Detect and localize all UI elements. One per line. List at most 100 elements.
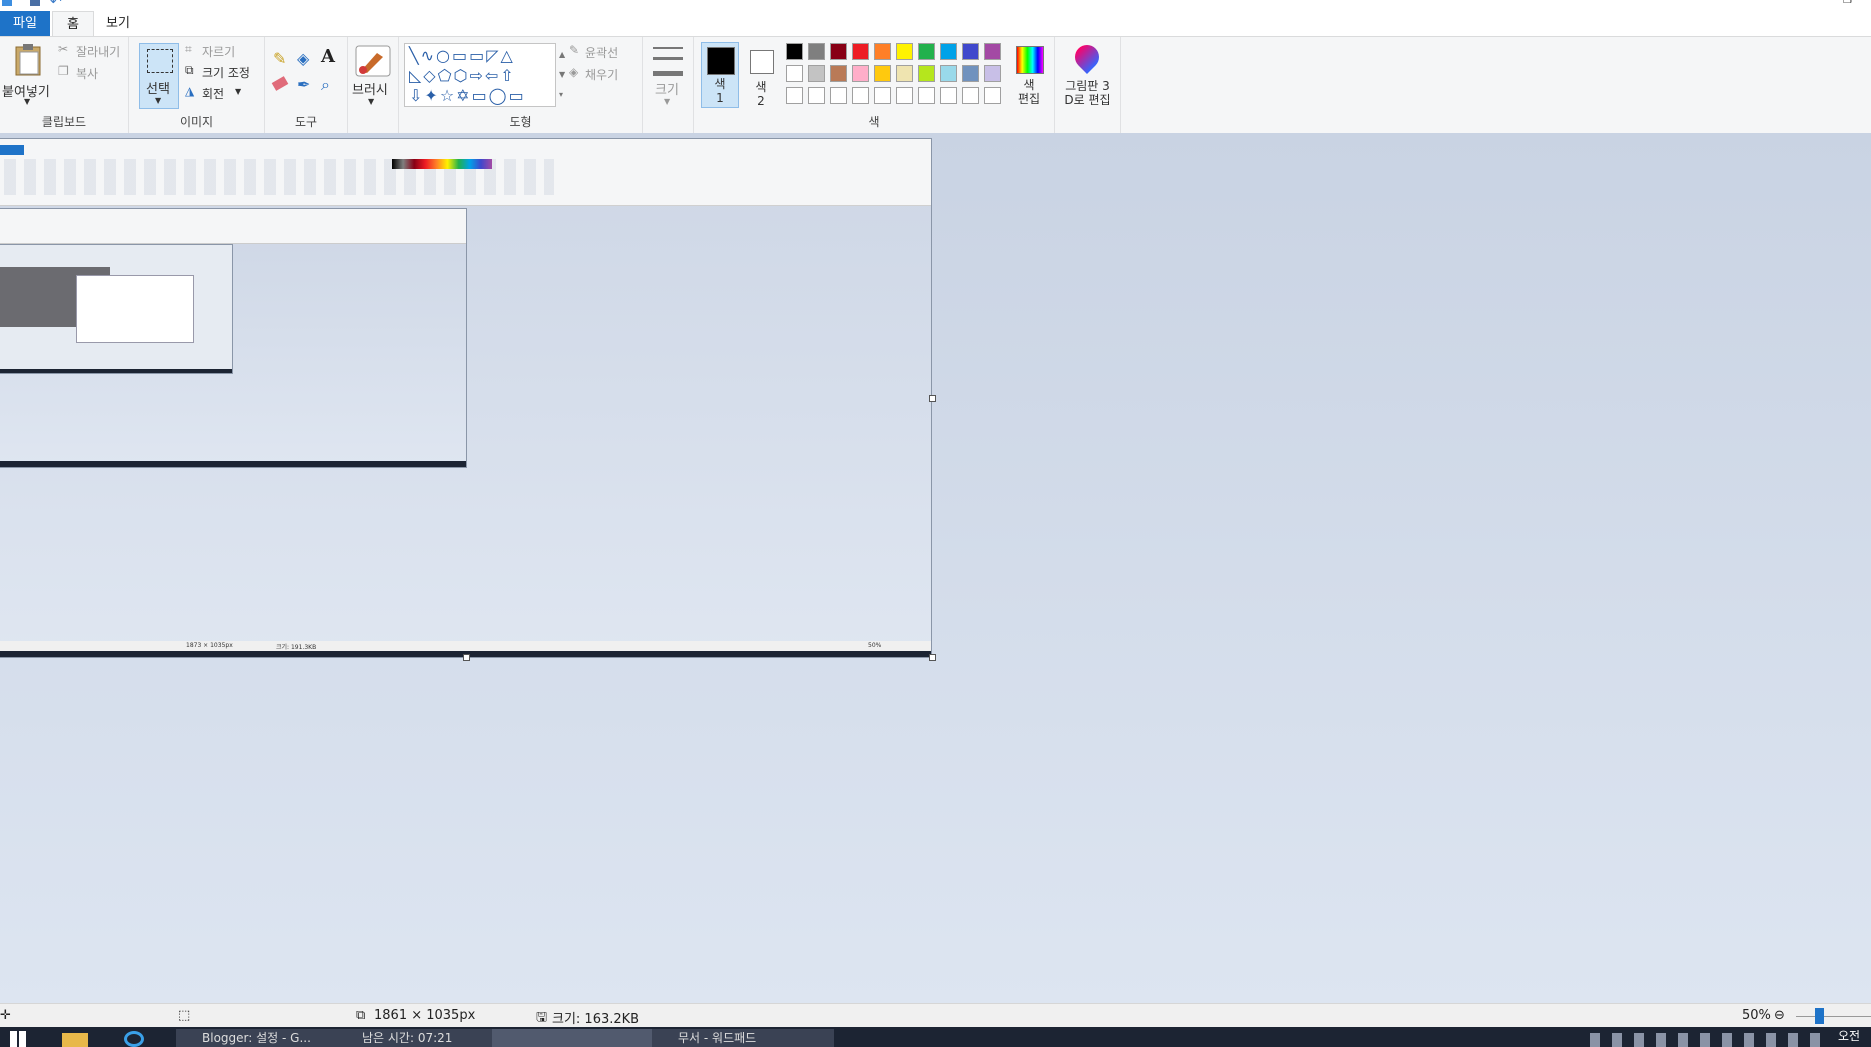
color1-button[interactable]: 색 1 [701, 42, 739, 108]
save-icon[interactable] [30, 0, 40, 6]
brushes-button[interactable]: 브러시 ▼ [348, 37, 399, 133]
shapes-group-label: 도형 [509, 115, 532, 129]
taskbar-chrome[interactable]: Blogger: 설정 - G... [176, 1029, 348, 1047]
chevron-down-icon: ▼ [24, 97, 31, 106]
image-dimensions-icon: ⧉ [356, 1008, 366, 1023]
color-swatch[interactable] [874, 65, 891, 82]
rotate-icon: ◮ [185, 84, 195, 98]
chevron-down-icon: ▼ [664, 97, 671, 106]
file-explorer-icon[interactable] [62, 1033, 88, 1047]
zoom-slider-thumb[interactable] [1815, 1008, 1824, 1024]
zoom-out-icon[interactable]: ⊖ [1774, 1008, 1785, 1023]
window-restore-icon[interactable]: ❐ [1843, 0, 1852, 6]
size-line-mid [653, 57, 683, 60]
nested-palette [392, 159, 492, 169]
crop-label: 자르기 [202, 45, 236, 59]
crop-button[interactable]: ⌗ 자르기 [185, 42, 261, 60]
edit-colors-button[interactable]: 색 편집 [1008, 42, 1050, 108]
empty-color-swatch[interactable] [896, 87, 913, 104]
nested-size: 크기: 191.3KB [276, 644, 317, 651]
color-swatch[interactable] [852, 43, 869, 60]
resize-handle-right[interactable] [929, 395, 936, 402]
color-swatch[interactable] [786, 43, 803, 60]
color1-label: 색 1 [714, 77, 726, 105]
size-label: 크기 [655, 83, 679, 98]
ribbon-tabs: 파일 홈 보기 [0, 8, 1871, 37]
taskbar-notepad[interactable]: 무서 - 워드패드 [652, 1029, 834, 1047]
empty-color-swatch[interactable] [918, 87, 935, 104]
taskbar-timer[interactable]: 남은 시간: 07:21 [336, 1029, 508, 1047]
copy-button[interactable]: ❐ 복사 [58, 64, 126, 82]
text-tool-icon[interactable]: A [321, 46, 335, 67]
clock[interactable]: 오전 [1838, 1027, 1860, 1044]
shape-gallery[interactable]: ╲∿○▭▭◸△ ◺◇⬠⬡⇨⇦⇧ ⇩✦☆✡▭◯▭ [404, 43, 556, 107]
zoom-level: 50% [1742, 1008, 1771, 1023]
empty-color-swatch[interactable] [984, 87, 1001, 104]
color-swatch[interactable] [830, 65, 847, 82]
empty-color-swatch[interactable] [808, 87, 825, 104]
color-swatch[interactable] [896, 65, 913, 82]
group-shapes: ╲∿○▭▭◸△ ◺◇⬠⬡⇨⇦⇧ ⇩✦☆✡▭◯▭ ▲ ▼ ▾ ✎ 윤곽선 ◈ 채우기 도형 [399, 37, 643, 133]
color-swatch[interactable] [918, 65, 935, 82]
color1-swatch [707, 47, 735, 75]
cut-label: 잘라내기 [76, 45, 121, 59]
paint3d-button[interactable]: 그림판 3 D로 편집 [1055, 37, 1121, 133]
nested-file-tab [0, 145, 24, 155]
paste-button[interactable]: 붙여넣기 ▼ [2, 41, 50, 107]
color-swatch[interactable] [852, 65, 869, 82]
color-swatch[interactable] [984, 43, 1001, 60]
taskbar-paint[interactable] [492, 1029, 674, 1047]
color-swatch[interactable] [808, 43, 825, 60]
eraser-icon[interactable] [271, 76, 289, 91]
color-swatch[interactable] [786, 65, 803, 82]
color-swatch[interactable] [962, 43, 979, 60]
color-swatch[interactable] [896, 43, 913, 60]
ie-icon[interactable] [124, 1031, 144, 1047]
paint3d-label: 그림판 3 D로 편집 [1064, 79, 1111, 107]
cut-button[interactable]: ✂ 잘라내기 [58, 42, 126, 60]
resize-button[interactable]: ⧉ 크기 조정 [185, 63, 261, 81]
pencil-icon[interactable]: ✎ [273, 49, 286, 68]
tab-file[interactable]: 파일 [0, 11, 50, 36]
empty-color-swatch[interactable] [962, 87, 979, 104]
resize-handle-bottom[interactable] [463, 654, 470, 661]
nested-zoom: 50% [868, 642, 882, 649]
tab-view[interactable]: 보기 [96, 11, 140, 36]
empty-color-swatch[interactable] [786, 87, 803, 104]
size-button[interactable]: 크기 ▼ [643, 37, 694, 133]
fill-button[interactable]: ◈ 채우기 [569, 65, 639, 83]
resize-handle-corner[interactable] [929, 654, 936, 661]
color-swatch[interactable] [940, 43, 957, 60]
empty-color-swatch[interactable] [940, 87, 957, 104]
color-picker-icon[interactable]: ✒ [297, 75, 310, 94]
select-button[interactable]: 선택 ▼ [139, 43, 179, 109]
color-swatch[interactable] [874, 43, 891, 60]
windows-start-icon[interactable] [10, 1031, 26, 1047]
empty-color-swatch[interactable] [852, 87, 869, 104]
empty-color-swatch[interactable] [830, 87, 847, 104]
crop-icon: ⌗ [185, 42, 192, 56]
fill-bucket-icon[interactable]: ◈ [297, 49, 309, 68]
color2-button[interactable]: 색 2 [742, 42, 780, 108]
outline-button[interactable]: ✎ 윤곽선 [569, 43, 639, 61]
title-bar: ↶ ❐ [0, 0, 1871, 8]
color-swatch[interactable] [830, 43, 847, 60]
undo-icon[interactable]: ↶ [50, 0, 62, 8]
rotate-button[interactable]: ◮ 회전 ▼ [185, 84, 261, 102]
tab-home[interactable]: 홈 [52, 11, 94, 37]
color-swatch[interactable] [918, 43, 935, 60]
gallery-scroll-icon[interactable]: ▲ ▼ ▾ [559, 45, 565, 105]
empty-color-swatch[interactable] [874, 87, 891, 104]
chevron-down-icon: ▼ [155, 96, 162, 105]
zoom-slider-track[interactable] [1796, 1016, 1871, 1017]
color-swatch[interactable] [984, 65, 1001, 82]
tray-icons[interactable] [1590, 1033, 1830, 1047]
image-dimensions: 1861 × 1035px [374, 1008, 476, 1023]
canvas-area[interactable]: 1873 × 1035px 크기: 191.3KB 50% [0, 133, 1871, 1003]
ribbon: 붙여넣기 ▼ ✂ 잘라내기 ❐ 복사 클립보드 선택 ▼ ⌗ 자르기 ⧉ 크기 … [0, 36, 1871, 134]
color-swatch[interactable] [808, 65, 825, 82]
color-swatch[interactable] [962, 65, 979, 82]
color-swatch[interactable] [940, 65, 957, 82]
canvas-image[interactable]: 1873 × 1035px 크기: 191.3KB 50% [0, 139, 931, 657]
magnifier-icon[interactable]: ⌕ [321, 75, 330, 95]
